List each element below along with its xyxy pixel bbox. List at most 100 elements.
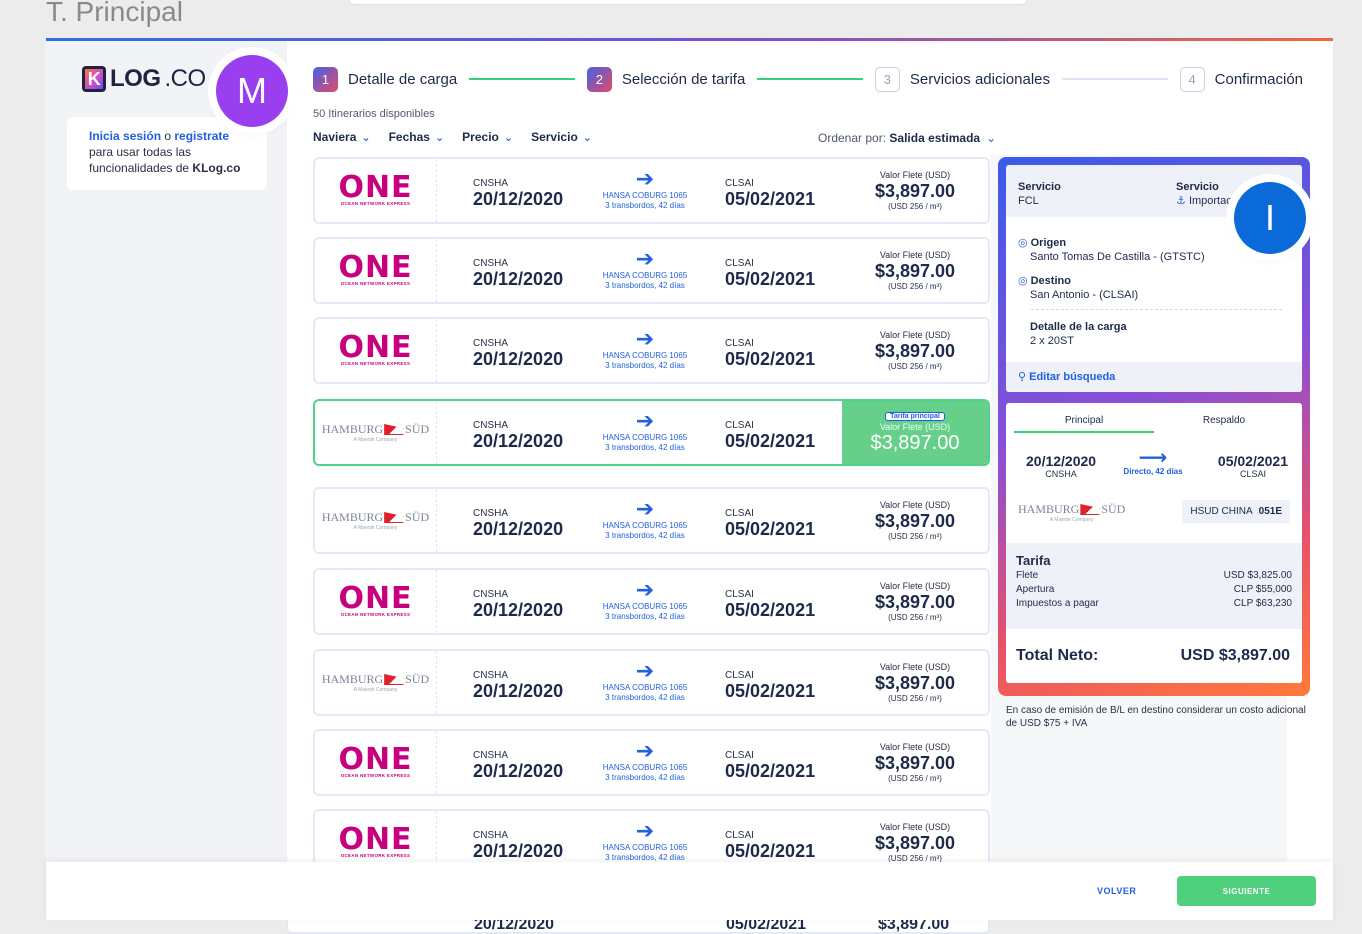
step-number: 1 bbox=[313, 66, 338, 92]
price-value: $3,897.00 bbox=[874, 261, 956, 281]
bl-note: En caso de emisión de B/L en destino con… bbox=[1006, 705, 1306, 729]
arrow-right-icon: ➔ bbox=[635, 818, 655, 843]
tab-principal[interactable]: Principal bbox=[1014, 415, 1154, 433]
carrier-cell: ONE OCEAN NETWORK EXPRESS bbox=[315, 319, 437, 382]
next-button[interactable]: SIGUIENTE bbox=[1177, 876, 1316, 906]
price-value: $3,897.00 bbox=[874, 753, 956, 773]
hamburg-sud-logo: HAMBURG SÜD A Maersk Company bbox=[321, 510, 430, 531]
frame-title: T. Principal bbox=[46, 0, 183, 27]
origin: CNSHA 20/12/2020 bbox=[473, 830, 564, 861]
step-detalle-carga[interactable]: 1 Detalle de carga bbox=[313, 66, 458, 92]
origin: CNSHA 20/12/2020 bbox=[473, 258, 564, 289]
step-confirmacion[interactable]: 4 Confirmación bbox=[1179, 66, 1304, 92]
back-button[interactable]: VOLVER bbox=[1097, 886, 1136, 896]
anchor-icon: ⚓ bbox=[1176, 195, 1186, 207]
result-card[interactable]: ONE OCEAN NETWORK EXPRESS CNSHA 20/12/2020 ➔… bbox=[313, 568, 990, 635]
arrow-right-icon: ➔ bbox=[635, 326, 655, 351]
price-cell: Valor Flete (USD) $3,897.00 (USD 256 / m³) bbox=[874, 170, 956, 211]
rate-tabs: Principal Respaldo bbox=[1014, 415, 1294, 433]
step-label: Selección de tarifa bbox=[621, 70, 746, 88]
avatar[interactable]: M bbox=[216, 55, 288, 127]
destination-block: ◎ Destino San Antonio - (CLSAI) bbox=[1018, 275, 1139, 301]
schedule: 20/12/2020 CNSHA ⟶ Directo, 42 días 05/02/… bbox=[1006, 439, 1302, 499]
origin: CNSHA 20/12/2020 bbox=[473, 178, 564, 209]
price-value: $3,897.00 bbox=[874, 341, 956, 361]
result-card[interactable]: ONE OCEAN NETWORK EXPRESS CNSHA 20/12/2020 ➔… bbox=[313, 157, 990, 224]
itinerary-count: 50 Itinerarios disponibles bbox=[313, 108, 435, 120]
destination: CLSAI 05/02/2021 bbox=[725, 589, 816, 620]
route: ➔ HANSA COBURG 1065 3 transbordos, 42 días bbox=[585, 327, 705, 371]
step-label: Confirmación bbox=[1214, 70, 1304, 88]
chevron-down-icon: ⌄ bbox=[986, 131, 997, 145]
price-cell: Valor Flete (USD) $3,897.00 (USD 256 / m³) bbox=[874, 742, 956, 783]
arrow-right-icon: ⟶ bbox=[1138, 447, 1168, 469]
chevron-down-icon: ⌄ bbox=[361, 132, 371, 144]
carrier-cell: HAMBURG SÜD A Maersk Company bbox=[315, 651, 437, 714]
result-card[interactable]: HAMBURG SÜD A Maersk Company CNSHA 20/12/202… bbox=[313, 399, 990, 466]
price-value: $3,897.00 bbox=[874, 592, 956, 612]
route: ➔ HANSA COBURG 1065 3 transbordos, 42 días bbox=[585, 659, 705, 703]
step-servicios-adicionales[interactable]: 3 Servicios adicionales bbox=[874, 66, 1050, 92]
result-card[interactable]: ONE OCEAN NETWORK EXPRESS CNSHA 20/12/2020 ➔… bbox=[313, 729, 990, 796]
destination: CLSAI 05/02/2021 bbox=[725, 750, 816, 781]
step-number: 2 bbox=[586, 66, 612, 92]
price-cell: Valor Flete (USD) $3,897.00 (USD 256 / m³) bbox=[874, 250, 956, 291]
carrier-cell: HAMBURG SÜD A Maersk Company bbox=[315, 489, 437, 552]
filter-servicio[interactable]: Servicio ⌄ bbox=[531, 130, 592, 144]
destination: CLSAI 05/02/2021 bbox=[725, 830, 816, 861]
register-link[interactable]: registrate bbox=[174, 129, 229, 143]
arrow-right-icon: ➔ bbox=[635, 496, 655, 521]
route: ➔ HANSA COBURG 1065 3 transbordos, 42 días bbox=[585, 409, 705, 453]
step-label: Detalle de carga bbox=[348, 70, 458, 88]
arrival: 05/02/2021 CLSAI bbox=[1217, 453, 1288, 479]
arrow-right-icon: ➔ bbox=[635, 658, 655, 683]
step-connector bbox=[1062, 78, 1168, 80]
one-logo: ONE OCEAN NETWORK EXPRESS bbox=[338, 581, 413, 618]
destination: CLSAI 05/02/2021 bbox=[725, 258, 816, 289]
price-value: $3,897.00 bbox=[874, 511, 956, 531]
result-card[interactable]: HAMBURG SÜD A Maersk Company CNSHA 20/12/202… bbox=[313, 649, 990, 716]
top-card-stub bbox=[348, 0, 1028, 5]
stepper: 1 Detalle de carga 2 Selección de tarifa 3… bbox=[313, 66, 1303, 92]
arrow-right-icon: ➔ bbox=[635, 577, 655, 602]
carrier-cell: ONE OCEAN NETWORK EXPRESS bbox=[315, 159, 437, 222]
arrow-right-icon: ➔ bbox=[635, 408, 655, 433]
avatar[interactable]: I bbox=[1234, 182, 1306, 254]
price-cell: Valor Flete (USD) $3,897.00 (USD 256 / m³) bbox=[874, 662, 956, 703]
divider bbox=[1031, 309, 1282, 310]
tab-respaldo[interactable]: Respaldo bbox=[1154, 415, 1294, 433]
result-card[interactable]: HAMBURG SÜD A Maersk Company CNSHA 20/12/202… bbox=[313, 487, 990, 554]
price-cell: Valor Flete (USD) $3,897.00 (USD 256 / m³) bbox=[874, 330, 956, 371]
one-logo: ONE OCEAN NETWORK EXPRESS bbox=[338, 822, 413, 859]
tarifa-line: Apertura CLP $55,000 bbox=[1016, 584, 1292, 595]
price-cell: Valor Flete (USD) $3,897.00 (USD 256 / m³) bbox=[874, 500, 956, 541]
origin: CNSHA 20/12/2020 bbox=[473, 750, 564, 781]
filter-fechas[interactable]: Fechas ⌄ bbox=[389, 130, 445, 144]
price-value: $3,897.00 bbox=[874, 673, 956, 693]
result-card[interactable]: ONE OCEAN NETWORK EXPRESS CNSHA 20/12/2020 ➔… bbox=[313, 237, 990, 304]
search-icon: ⚲ bbox=[1018, 371, 1027, 383]
step-connector bbox=[469, 78, 575, 80]
logo-co: .CO bbox=[164, 65, 207, 92]
login-prompt: Inicia sesión o registrate para usar tod… bbox=[67, 117, 267, 190]
login-link[interactable]: Inicia sesión bbox=[89, 129, 161, 143]
step-label: Servicios adicionales bbox=[909, 70, 1050, 88]
destination: CLSAI 05/02/2021 bbox=[725, 508, 816, 539]
vessel-row: HAMBURG SÜD A Maersk Company HSUD CHINA 051… bbox=[1006, 498, 1302, 528]
edit-search-button[interactable]: ⚲ Editar búsqueda bbox=[1006, 362, 1302, 392]
step-seleccion-tarifa[interactable]: 2 Selección de tarifa bbox=[586, 66, 746, 92]
carrier-cell: HAMBURG SÜD A Maersk Company bbox=[315, 401, 437, 464]
route: ➔ HANSA COBURG 1065 3 transbordos, 42 días bbox=[585, 578, 705, 622]
one-logo: ONE OCEAN NETWORK EXPRESS bbox=[338, 250, 413, 287]
cargo-detail: Detalle de la carga 2 x 20ST bbox=[1030, 321, 1127, 347]
tarifa-line: Flete USD $3,825.00 bbox=[1016, 570, 1292, 581]
one-logo: ONE OCEAN NETWORK EXPRESS bbox=[338, 170, 413, 207]
filter-naviera[interactable]: Naviera ⌄ bbox=[313, 130, 371, 144]
result-card[interactable]: ONE OCEAN NETWORK EXPRESS CNSHA 20/12/2020 ➔… bbox=[313, 317, 990, 384]
hamburg-sud-logo: HAMBURG SÜD A Maersk Company bbox=[321, 422, 430, 443]
destination: CLSAI 05/02/2021 bbox=[725, 670, 816, 701]
klog-logo[interactable]: K LOG .CO bbox=[82, 65, 206, 93]
origin: CNSHA 20/12/2020 bbox=[473, 508, 564, 539]
sort-select[interactable]: Ordenar por: Salida estimada ⌄ bbox=[818, 131, 996, 145]
filter-precio[interactable]: Precio ⌄ bbox=[462, 130, 513, 144]
